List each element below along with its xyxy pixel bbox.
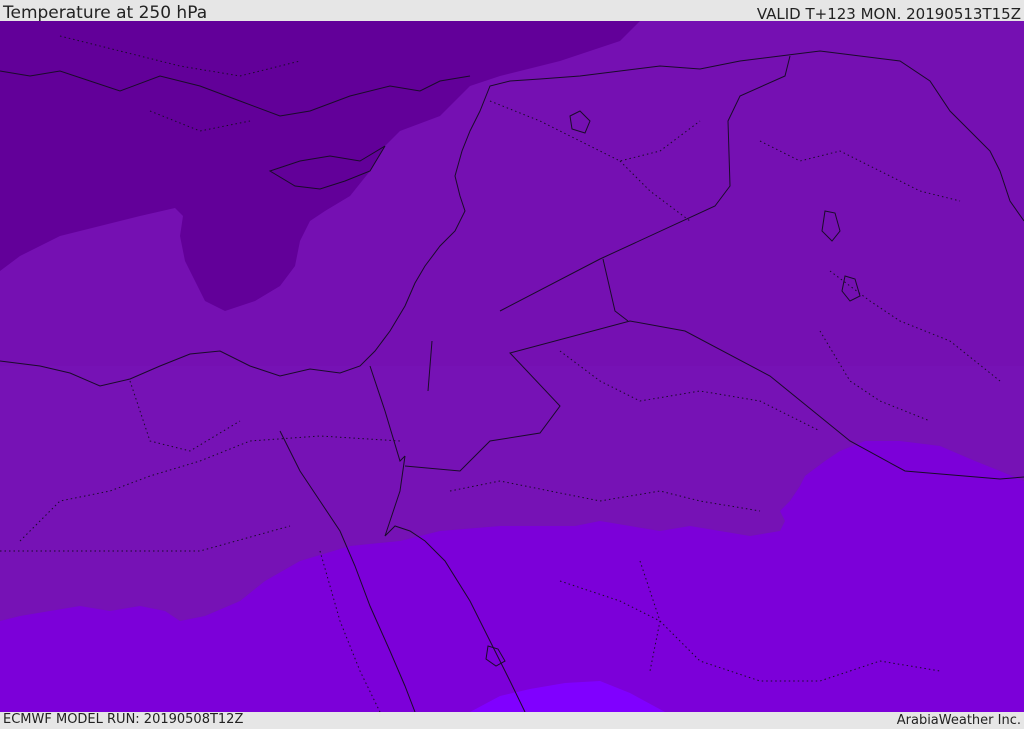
provider-label: ArabiaWeather Inc. xyxy=(896,713,1021,728)
temperature-map xyxy=(0,21,1024,712)
map-canvas xyxy=(0,21,1024,712)
footer-bar: ECMWF MODEL RUN: 20190508T12Z ArabiaWeat… xyxy=(0,712,1024,729)
weather-map-page: Temperature at 250 hPa VALID T+123 MON. … xyxy=(0,0,1024,729)
model-run-label: ECMWF MODEL RUN: 20190508T12Z xyxy=(3,712,244,727)
map-title: Temperature at 250 hPa xyxy=(3,3,208,23)
header-bar: Temperature at 250 hPa VALID T+123 MON. … xyxy=(0,0,1024,23)
